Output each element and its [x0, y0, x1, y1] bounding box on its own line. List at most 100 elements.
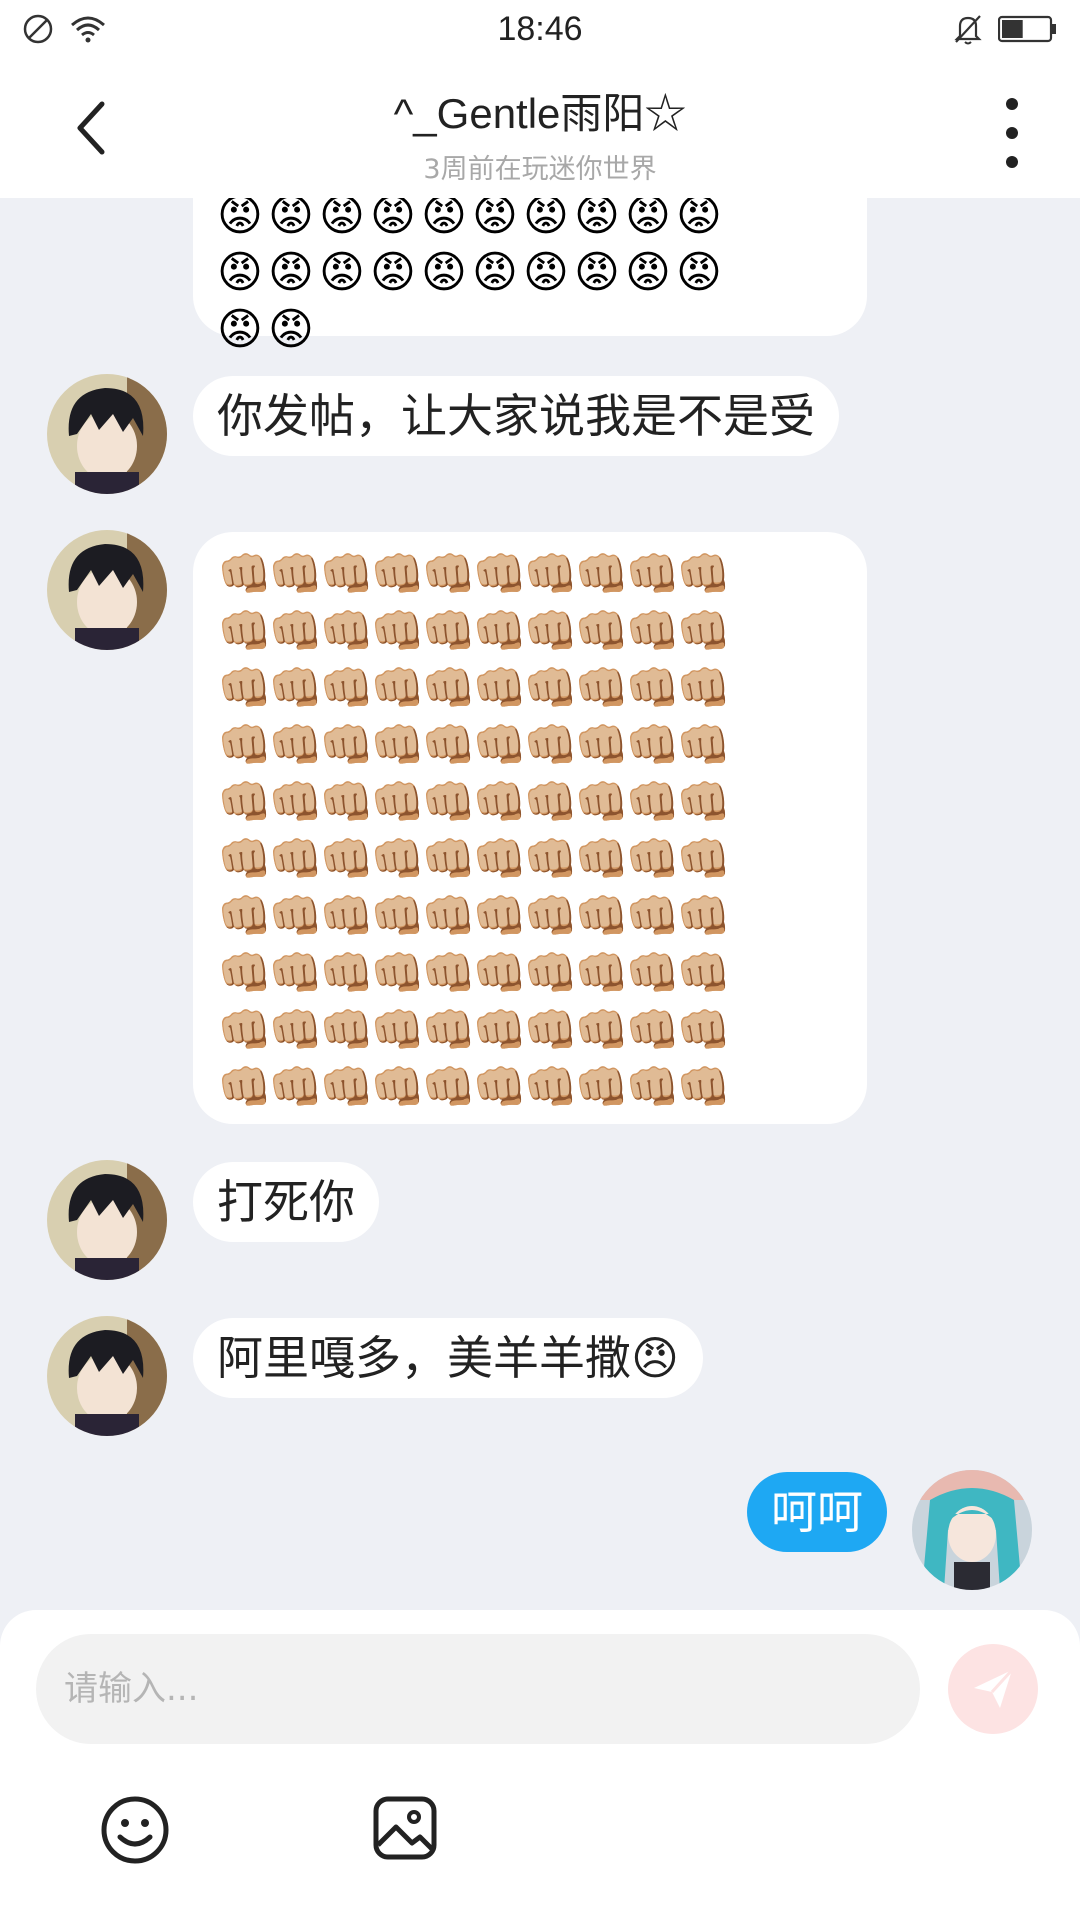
- emoji-cell: 👊🏼: [523, 720, 578, 771]
- emoji-cell: 😡: [421, 247, 467, 298]
- status-right: [952, 12, 1058, 46]
- emoji-cell: 😡: [370, 247, 416, 298]
- emoji-cell: 👊🏼: [472, 606, 527, 657]
- emoji-cell: 👊🏼: [319, 720, 374, 771]
- emoji-cell: 👊🏼: [574, 663, 629, 714]
- status-left: [22, 13, 108, 45]
- message-bubble[interactable]: 阿里嘎多，美羊羊撒😠: [193, 1318, 703, 1398]
- image-icon: [373, 1796, 437, 1860]
- emoji-cell: 👊🏼: [370, 777, 425, 828]
- emoji-cell: 👊🏼: [268, 549, 323, 600]
- emoji-cell: 👊🏼: [319, 891, 374, 942]
- bell-muted-icon: [954, 15, 982, 45]
- more-vertical-icon: [1006, 98, 1018, 110]
- emoji-cell: 😡: [676, 198, 722, 241]
- emoji-cell: 👊🏼: [574, 720, 629, 771]
- emoji-cell: 👊🏼: [421, 1005, 476, 1056]
- emoji-cell: 👊🏼: [217, 606, 272, 657]
- emoji-cell: 👊🏼: [421, 1062, 476, 1113]
- emoji-cell: 👊🏼: [370, 606, 425, 657]
- emoji-cell: 👊🏼: [370, 720, 425, 771]
- emoji-cell: 👊🏼: [472, 834, 527, 885]
- emoji-cell: 👊🏼: [421, 549, 476, 600]
- emoji-cell: 👊🏼: [217, 834, 272, 885]
- emoji-cell: 😡: [472, 198, 518, 241]
- image-button[interactable]: [372, 1795, 438, 1861]
- more-options-button[interactable]: [990, 98, 1034, 168]
- emoji-cell: 😡: [268, 198, 314, 241]
- message-list[interactable]: 😡😡😡😡😡😡😡😡😡😡😡😡😡😡😡😡😡😡😡😡😡😡😡😡😡😡😡😡😡😡😡😡 你发帖，让大家…: [0, 198, 1080, 1610]
- emoji-cell: 😡: [625, 198, 671, 241]
- emoji-cell: 😡: [421, 198, 467, 241]
- emoji-cell: 😡: [370, 198, 416, 241]
- emoji-cell: 👊🏼: [421, 663, 476, 714]
- emoji-cell: 👊🏼: [370, 1005, 425, 1056]
- composer: 请输入...: [0, 1610, 1080, 1920]
- avatar-image: [47, 1160, 167, 1280]
- emoji-cell: 👊🏼: [523, 777, 578, 828]
- emoji-cell: 👊🏼: [421, 834, 476, 885]
- emoji-cell: 👊🏼: [370, 663, 425, 714]
- emoji-cell: 👊🏼: [268, 948, 323, 999]
- message-bubble[interactable]: 打死你: [193, 1162, 379, 1242]
- status-bar: 18:46: [0, 0, 1080, 58]
- wifi-icon: [71, 16, 105, 43]
- emoji-cell: 👊🏼: [268, 777, 323, 828]
- avatar-other[interactable]: [47, 530, 167, 650]
- avatar-other[interactable]: [47, 1316, 167, 1436]
- message-bubble[interactable]: 你发帖，让大家说我是不是受: [193, 376, 839, 456]
- emoji-cell: 👊🏼: [472, 777, 527, 828]
- emoji-cell: 👊🏼: [319, 1062, 374, 1113]
- message-input[interactable]: 请输入...: [36, 1634, 920, 1744]
- emoji-cell: 👊🏼: [574, 606, 629, 657]
- message-emoji-grid-angry[interactable]: 😡😡😡😡😡😡😡😡😡😡😡😡😡😡😡😡😡😡😡😡😡😡😡😡😡😡😡😡😡😡😡😡: [193, 198, 867, 355]
- emoji-cell: 👊🏼: [472, 720, 527, 771]
- emoji-cell: 😡: [319, 198, 365, 241]
- emoji-cell: 👊🏼: [472, 549, 527, 600]
- emoji-cell: 👊🏼: [268, 1062, 323, 1113]
- emoji-cell: 👊🏼: [217, 891, 272, 942]
- send-button[interactable]: [948, 1644, 1038, 1734]
- emoji-cell: 👊🏼: [319, 663, 374, 714]
- emoji-cell: 👊🏼: [625, 891, 680, 942]
- emoji-cell: 👊🏼: [523, 663, 578, 714]
- avatar-image: [47, 374, 167, 494]
- emoji-cell: 👊🏼: [676, 1062, 731, 1113]
- emoji-cell: 👊🏼: [625, 834, 680, 885]
- avatar-me[interactable]: [912, 1470, 1032, 1590]
- emoji-cell: 👊🏼: [370, 1062, 425, 1113]
- emoji-cell: 😡: [574, 247, 620, 298]
- emoji-cell: 👊🏼: [217, 1062, 272, 1113]
- emoji-cell: 👊🏼: [574, 948, 629, 999]
- battery-icon: [998, 15, 1056, 43]
- message-bubble-mine[interactable]: 呵呵: [747, 1472, 887, 1552]
- avatar-image: [912, 1470, 1032, 1590]
- emoji-cell: 😡: [574, 198, 620, 241]
- chat-title: ^_Gentle雨阳☆: [393, 90, 687, 137]
- emoji-cell: 👊🏼: [523, 549, 578, 600]
- emoji-cell: 👊🏼: [268, 834, 323, 885]
- emoji-button[interactable]: [100, 1795, 170, 1865]
- emoji-cell: 👊🏼: [319, 834, 374, 885]
- emoji-cell: 😡: [217, 198, 263, 241]
- emoji-cell: 😡: [523, 247, 569, 298]
- emoji-cell: 👊🏼: [523, 1005, 578, 1056]
- emoji-cell: 👊🏼: [217, 1005, 272, 1056]
- emoji-cell: 👊🏼: [370, 948, 425, 999]
- avatar-other[interactable]: [47, 1160, 167, 1280]
- emoji-cell: 👊🏼: [676, 891, 731, 942]
- message-emoji-grid-fist[interactable]: 👊🏼 👊🏼 👊🏼 👊🏼 👊🏼 👊🏼 👊🏼 👊🏼 👊🏼 👊🏼 👊🏼 👊🏼 👊🏼 👊🏼 👊🏼 👊🏼 👊🏼 👊🏼 👊🏼 👊🏼…: [193, 532, 867, 1124]
- emoji-cell: 👊🏼: [472, 891, 527, 942]
- emoji-cell: 👊🏼: [370, 549, 425, 600]
- avatar-image: [47, 530, 167, 650]
- emoji-cell: 👊🏼: [625, 1005, 680, 1056]
- status-time: 18:46: [497, 9, 583, 48]
- emoji-cell: 👊🏼: [625, 1062, 680, 1113]
- avatar-other[interactable]: [47, 374, 167, 494]
- emoji-cell: 👊🏼: [217, 663, 272, 714]
- emoji-cell: 👊🏼: [523, 834, 578, 885]
- emoji-cell: 👊🏼: [472, 1062, 527, 1113]
- emoji-cell: 😡: [217, 304, 263, 355]
- emoji-cell: 👊🏼: [319, 777, 374, 828]
- emoji-cell: 👊🏼: [625, 948, 680, 999]
